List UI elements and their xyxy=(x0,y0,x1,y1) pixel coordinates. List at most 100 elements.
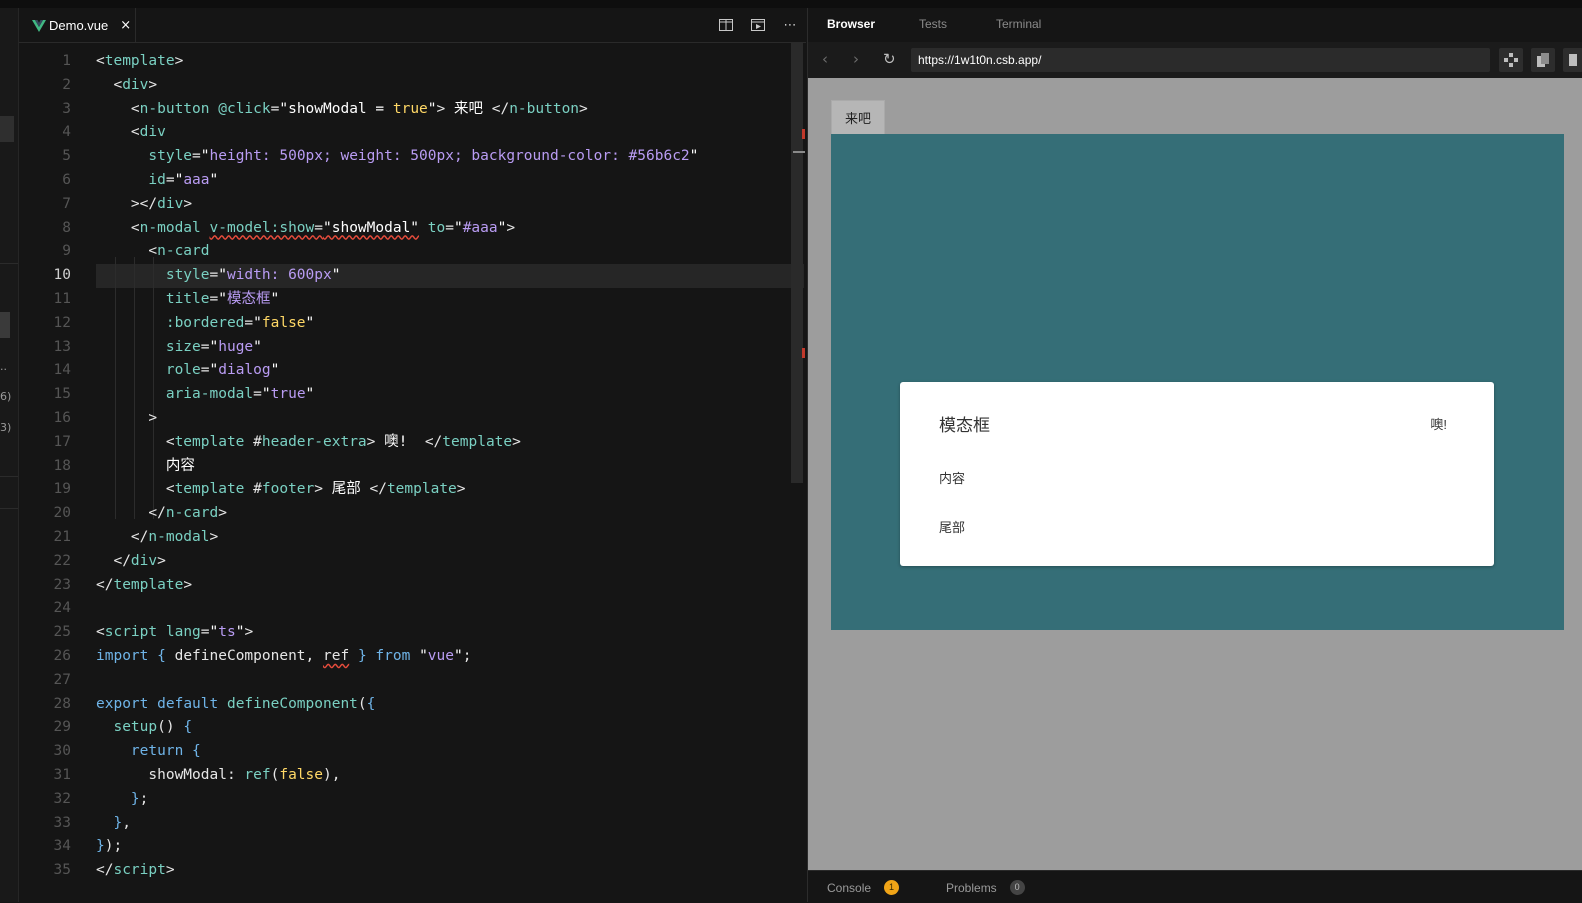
code-line[interactable]: }); xyxy=(96,835,122,859)
tab-demo-vue[interactable]: Demo.vue × xyxy=(19,8,136,42)
editor-scrollbar[interactable] xyxy=(791,43,803,483)
code-line[interactable]: </script> xyxy=(96,859,175,883)
sidebar-text-c: 3) xyxy=(0,421,12,434)
code-line[interactable]: style="width: 600px" xyxy=(96,264,341,288)
tab-tests[interactable]: Tests xyxy=(919,17,947,31)
code-line[interactable]: <script lang="ts"> xyxy=(96,621,253,645)
code-line[interactable]: aria-modal="true" xyxy=(96,383,314,407)
code-line[interactable]: return { xyxy=(96,740,201,764)
line-number: 26 xyxy=(53,648,71,664)
code-token: header-extra xyxy=(261,433,367,450)
code-line[interactable]: <div xyxy=(96,121,166,145)
code-token: ); xyxy=(104,838,123,855)
code-token: < xyxy=(96,624,105,641)
tab-browser[interactable]: Browser xyxy=(827,17,875,31)
code-line[interactable]: setup() { xyxy=(96,716,192,740)
reload-icon[interactable]: ↻ xyxy=(883,50,896,68)
code-token: " xyxy=(209,362,219,379)
code-token: " xyxy=(209,338,219,355)
code-line[interactable]: role="dialog" xyxy=(96,359,280,383)
code-line[interactable]: size="huge" xyxy=(96,336,262,360)
console-label: Console xyxy=(827,880,872,895)
code-token: </ xyxy=(360,481,387,498)
open-preview-icon[interactable] xyxy=(742,8,774,42)
code-line[interactable]: }, xyxy=(96,812,130,836)
code-line[interactable]: import { defineComponent, ref } from "vu… xyxy=(96,645,471,669)
top-edge xyxy=(0,0,1582,8)
code-token: </ xyxy=(96,552,131,569)
sidebar-divider xyxy=(0,476,18,477)
tab-filename: Demo.vue xyxy=(49,17,109,33)
console-tab[interactable]: Console 1 xyxy=(827,880,900,895)
code-line[interactable]: <div> xyxy=(96,74,157,98)
code-token: ts xyxy=(218,624,236,641)
code-line[interactable]: 内容 xyxy=(96,455,195,479)
code-token: dialog xyxy=(218,362,271,379)
code-token: " xyxy=(218,267,227,284)
code-token: </ xyxy=(482,100,510,117)
url-input[interactable]: https://1w1t0n.csb.app/ xyxy=(911,48,1490,72)
code-line[interactable]: <n-modal v-model:show="showModal" to="#a… xyxy=(96,217,515,241)
sidebar-text-b: 6) xyxy=(0,390,12,403)
code-token: < xyxy=(96,53,105,69)
code-area[interactable]: 1 <template> 2 <div> 3 <n-button @click="sh… xyxy=(19,43,806,902)
line-number: 14 xyxy=(53,362,71,379)
code-line[interactable]: </n-card> xyxy=(96,502,227,526)
code-token: " xyxy=(253,314,262,331)
code-line[interactable]: id="aaa" xyxy=(96,169,218,193)
code-token: = xyxy=(200,362,210,379)
line-number: 19 xyxy=(53,481,71,498)
code-token: { xyxy=(157,648,166,664)
scrollbar-cursor-marker xyxy=(793,151,805,153)
code-line[interactable]: ></div> xyxy=(96,193,192,217)
layout-toggle-icon[interactable] xyxy=(1563,48,1582,72)
code-line[interactable]: :bordered="false" xyxy=(96,312,314,336)
line-number: 17 xyxy=(53,433,71,450)
open-modal-button[interactable]: 来吧 xyxy=(831,100,885,134)
code-token: " xyxy=(200,148,210,165)
code-line[interactable]: <n-button @click="showModal = true"> 来吧 … xyxy=(96,98,588,122)
code-token: " xyxy=(209,172,219,188)
more-actions-icon[interactable]: ⋯ xyxy=(774,8,806,42)
code-token: #aaa xyxy=(462,219,498,236)
code-line[interactable]: </div> xyxy=(96,550,165,574)
sidebar-panel-handle[interactable] xyxy=(0,312,10,338)
code-token: < xyxy=(96,243,158,260)
code-line[interactable]: > xyxy=(96,407,157,431)
code-token: < xyxy=(96,76,123,93)
code-line[interactable]: style="height: 500px; weight: 500px; bac… xyxy=(96,145,698,169)
problems-tab[interactable]: Problems 0 xyxy=(946,880,1025,895)
open-new-window-icon[interactable] xyxy=(1531,48,1555,72)
code-token: " xyxy=(218,291,227,307)
code-line[interactable]: <n-card xyxy=(96,240,209,264)
code-line[interactable]: <template #footer> 尾部 </template> xyxy=(96,478,466,502)
code-line[interactable]: </template> xyxy=(96,574,192,598)
close-icon[interactable]: × xyxy=(120,18,131,33)
code-line[interactable]: title="模态框" xyxy=(96,288,279,312)
line-number: 18 xyxy=(53,457,71,474)
code-line[interactable]: export default defineComponent({ xyxy=(96,693,375,717)
code-line[interactable]: <template #header-extra> 噢! </template> xyxy=(96,431,521,455)
split-editor-icon[interactable] xyxy=(710,8,742,42)
code-line[interactable]: <template> xyxy=(96,50,183,74)
code-token: } xyxy=(357,648,367,664)
code-token: lang xyxy=(165,624,201,641)
code-token: true xyxy=(270,386,306,403)
code-line[interactable]: }; xyxy=(96,788,148,812)
code-token: = xyxy=(209,291,219,307)
code-token: </ xyxy=(96,505,166,522)
code-line[interactable]: </n-modal> xyxy=(96,526,218,550)
devtools-icon[interactable] xyxy=(1499,48,1523,72)
forward-icon[interactable]: › xyxy=(853,50,859,68)
scrollbar-error-marker xyxy=(802,129,805,139)
editor-tab-bar: Demo.vue × ⋯ xyxy=(19,8,806,43)
line-number: 4 xyxy=(62,124,71,141)
back-icon[interactable]: ‹ xyxy=(822,50,828,68)
code-line[interactable]: showModal: ref(false), xyxy=(96,764,340,788)
code-token: > xyxy=(436,100,454,117)
tab-terminal[interactable]: Terminal xyxy=(996,17,1041,31)
